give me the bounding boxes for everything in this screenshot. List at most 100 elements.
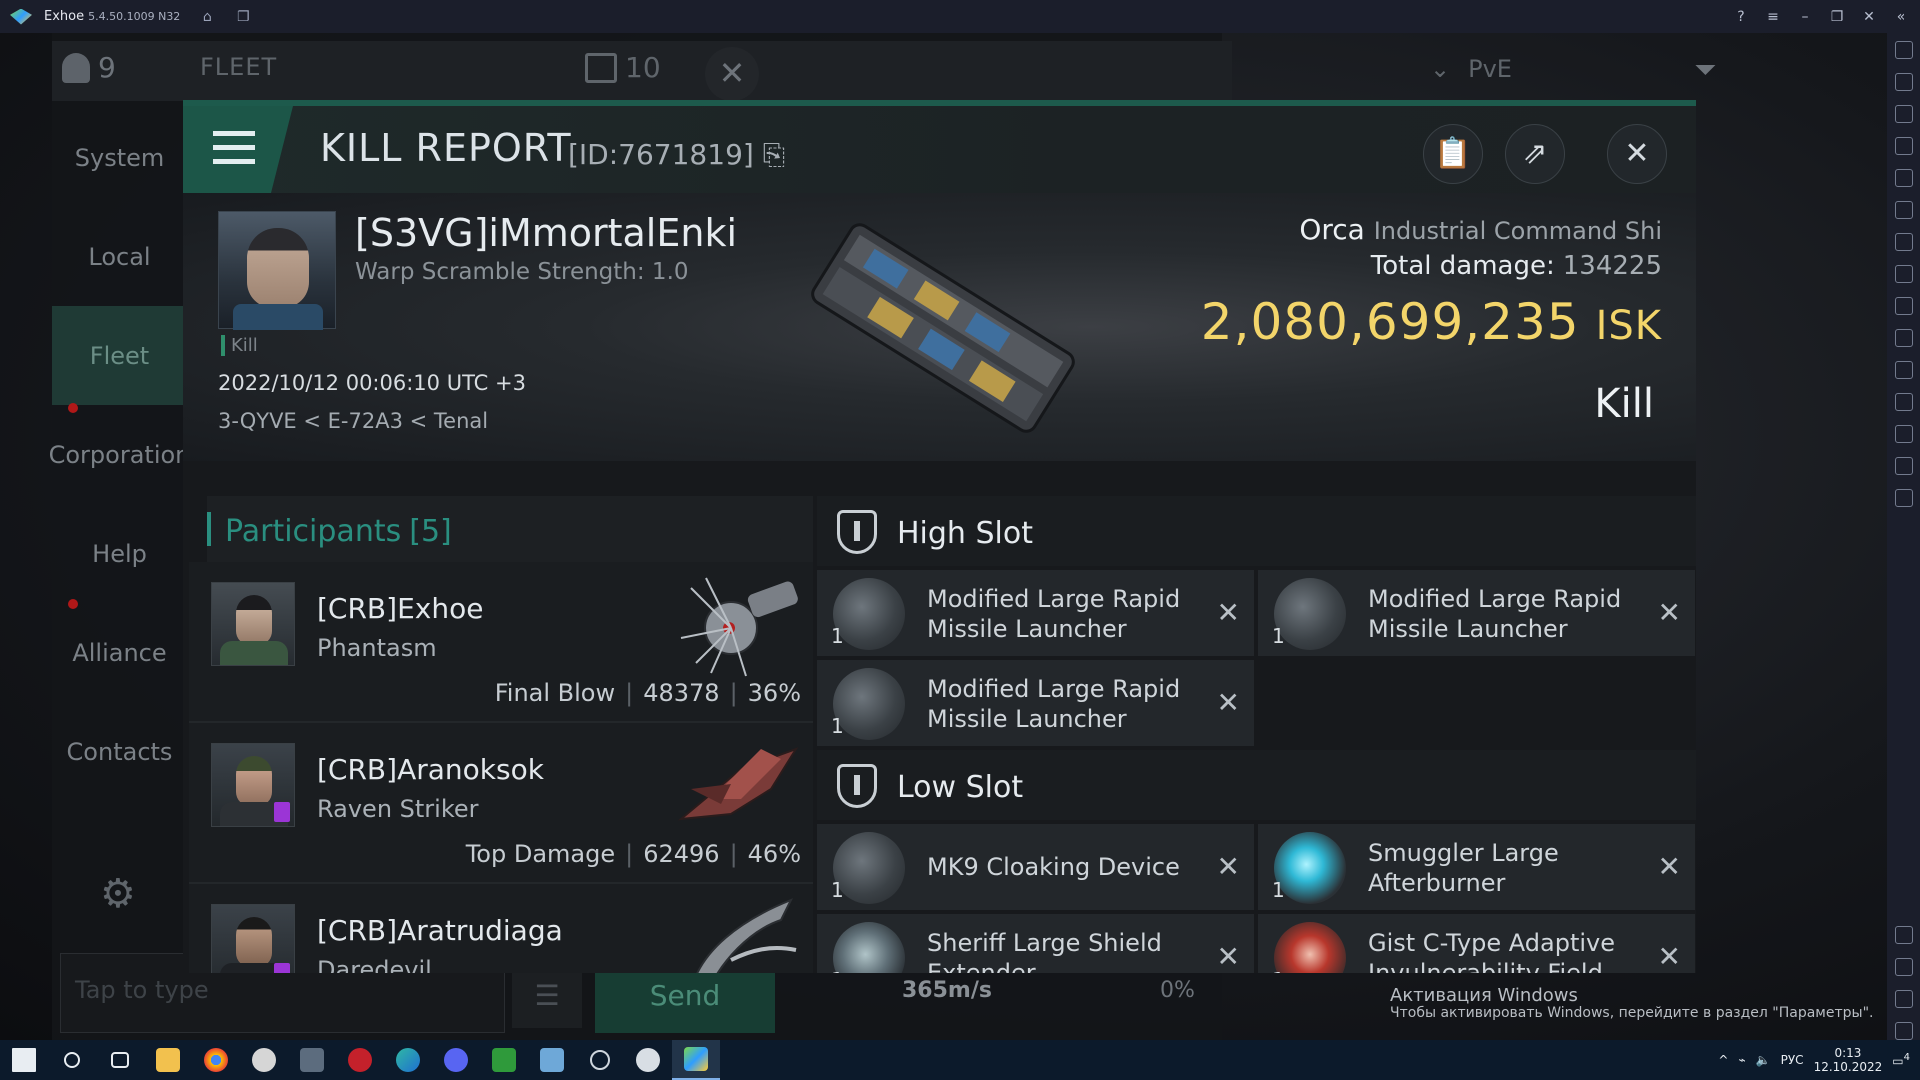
close-button[interactable]: ✕ <box>1607 124 1667 184</box>
eraser-icon[interactable] <box>1894 393 1913 411</box>
refresh-icon[interactable] <box>1894 201 1913 219</box>
taskbar-app[interactable] <box>576 1040 624 1080</box>
participant-name: [CRB]Exhoe <box>317 592 484 625</box>
module-name: MK9 Cloaking Device <box>927 853 1180 881</box>
nav-alliance[interactable]: Alliance <box>52 603 187 702</box>
clock[interactable]: 0:13 12.10.2022 <box>1814 1046 1883 1074</box>
victim-portrait[interactable] <box>218 211 336 330</box>
rotate-icon[interactable] <box>1894 169 1913 187</box>
taskbar-app[interactable] <box>336 1040 384 1080</box>
module-name: Sheriff Large Shield Extender <box>927 929 1162 973</box>
chevron-up-icon[interactable]: ^ <box>1718 1053 1728 1067</box>
module-name: Smuggler Large Afterburner <box>1368 839 1559 897</box>
nav-system[interactable]: System <box>52 108 187 207</box>
orca-ship-image[interactable] <box>793 213 1093 443</box>
close-window-icon[interactable]: ✕ <box>1860 8 1878 26</box>
nav-local[interactable]: Local <box>52 207 187 306</box>
participant-row[interactable]: [CRB]Aratrudiaga Daredevil <box>189 884 813 973</box>
copy-icon[interactable] <box>1894 361 1913 379</box>
total-damage-label: Total damage: <box>1370 251 1555 281</box>
participant-row[interactable]: [CRB]Aranoksok Raven Striker Top Damage |… <box>189 723 813 884</box>
empty-slot <box>1258 660 1695 746</box>
corp-badge-icon <box>274 802 290 822</box>
screenshot-icon[interactable] <box>1894 265 1913 283</box>
member-count[interactable]: 9 <box>62 51 116 84</box>
taskbar-edge[interactable] <box>384 1040 432 1080</box>
volume-tray-icon[interactable]: 🔈 <box>1756 1053 1771 1067</box>
install-apk-icon[interactable] <box>1894 233 1913 251</box>
nav-contacts[interactable]: Contacts <box>52 702 187 801</box>
chat-list-button[interactable]: ☰ <box>512 968 582 1028</box>
collapse-sidebar-icon[interactable]: « <box>1892 8 1910 26</box>
fitted-module[interactable]: 1 Modified Large Rapid Missile Launcher … <box>817 570 1254 656</box>
filter-icon[interactable]: ⏷ <box>1694 53 1728 87</box>
fitted-module[interactable]: 1 MK9 Cloaking Device ✕ <box>817 824 1254 910</box>
isk-amount: 2,080,699,235 <box>1200 293 1580 351</box>
fitted-module[interactable]: 1 Modified Large Rapid Missile Launcher … <box>817 660 1254 746</box>
volume-icon[interactable] <box>1894 73 1913 91</box>
home-icon[interactable]: ⌂ <box>198 8 216 26</box>
chat-settings-gear-icon[interactable]: ⚙ <box>100 871 136 917</box>
search-button[interactable] <box>48 1040 96 1080</box>
fleet-close-button[interactable]: ✕ <box>705 47 759 101</box>
restore-icon[interactable]: ❐ <box>1828 8 1846 26</box>
module-quantity: 1 <box>831 878 844 902</box>
share-button[interactable]: ⇗ <box>1505 124 1565 184</box>
camera-icon[interactable] <box>1894 297 1913 315</box>
language-indicator[interactable]: РУС <box>1781 1053 1804 1067</box>
keyboard-icon[interactable] <box>1894 137 1913 155</box>
fleet-tab[interactable]: FLEET <box>200 53 277 81</box>
victim-name[interactable]: [S3VG]iMmortalEnki <box>355 211 737 255</box>
taskbar-explorer[interactable] <box>144 1040 192 1080</box>
module-name: Modified Large Rapid Missile Launcher <box>1368 585 1622 643</box>
folder-icon[interactable] <box>1894 329 1913 347</box>
notification-center-icon[interactable]: ▭4 <box>1892 1052 1910 1068</box>
network-icon[interactable]: ⌁ <box>1738 1053 1745 1067</box>
menu-icon[interactable]: ≡ <box>1764 8 1782 26</box>
nav-help[interactable]: Help <box>52 504 187 603</box>
clipboard-button[interactable]: 📋 <box>1423 124 1483 184</box>
taskbar-app[interactable] <box>480 1040 528 1080</box>
share-icon: ⇗ <box>1522 136 1548 171</box>
taskbar-app[interactable] <box>528 1040 576 1080</box>
task-view-button[interactable] <box>96 1040 144 1080</box>
module-name: Modified Large Rapid Missile Launcher <box>927 585 1181 643</box>
app-icon <box>348 1048 372 1072</box>
app-title: Exhoe 5.4.50.1009 N32 <box>44 9 181 24</box>
kill-report-title: KILL REPORT <box>320 126 572 170</box>
module-quantity: 1 <box>831 968 844 973</box>
location-icon[interactable] <box>1894 425 1913 443</box>
screen-record-icon[interactable] <box>1894 105 1913 123</box>
kill-location[interactable]: 3-QYVE < E-72A3 < Tenal <box>218 409 488 433</box>
taskbar-chrome[interactable] <box>192 1040 240 1080</box>
windows-activation-title: Активация Windows <box>1390 985 1578 1006</box>
nav-corporation[interactable]: Corporation <box>49 405 191 504</box>
settings-icon[interactable] <box>1894 926 1913 944</box>
taskbar-bluestacks[interactable] <box>672 1040 720 1080</box>
sync-icon[interactable] <box>1894 489 1913 507</box>
back-icon[interactable] <box>1894 958 1913 976</box>
taskbar-discord[interactable] <box>432 1040 480 1080</box>
nav-fleet[interactable]: Fleet <box>52 306 187 405</box>
fitted-module[interactable]: 1 Gist C-Type Adaptive Invulnerability F… <box>1258 914 1695 973</box>
fullscreen-icon[interactable] <box>1894 41 1913 59</box>
hamburger-menu-button[interactable] <box>183 106 293 193</box>
fitted-module[interactable]: 1 Modified Large Rapid Missile Launcher … <box>1258 570 1695 656</box>
taskbar-app[interactable] <box>240 1040 288 1080</box>
participant-row[interactable]: [CRB]Exhoe Phantasm Final Blow | 48378 | 3… <box>189 562 813 723</box>
multi-window-icon[interactable]: ❐ <box>234 8 252 26</box>
help-icon[interactable]: ? <box>1732 8 1750 26</box>
fitted-module[interactable]: 1 Sheriff Large Shield Extender ✕ <box>817 914 1254 973</box>
copy-id-icon[interactable]: ⎘ <box>763 138 785 171</box>
taskbar-calculator[interactable] <box>288 1040 336 1080</box>
pve-selector[interactable]: ⌄ PvE <box>1430 55 1512 83</box>
start-button[interactable] <box>0 1040 48 1080</box>
android-home-icon[interactable] <box>1894 990 1913 1008</box>
fitted-module[interactable]: 1 Smuggler Large Afterburner ✕ <box>1258 824 1695 910</box>
layers-icon[interactable] <box>1894 457 1913 475</box>
isk-unit: ISK <box>1595 303 1662 349</box>
minimize-icon[interactable]: – <box>1796 8 1814 26</box>
recent-apps-icon[interactable] <box>1894 1022 1913 1040</box>
taskbar-app[interactable] <box>624 1040 672 1080</box>
high-slot-label: High Slot <box>897 516 1033 551</box>
